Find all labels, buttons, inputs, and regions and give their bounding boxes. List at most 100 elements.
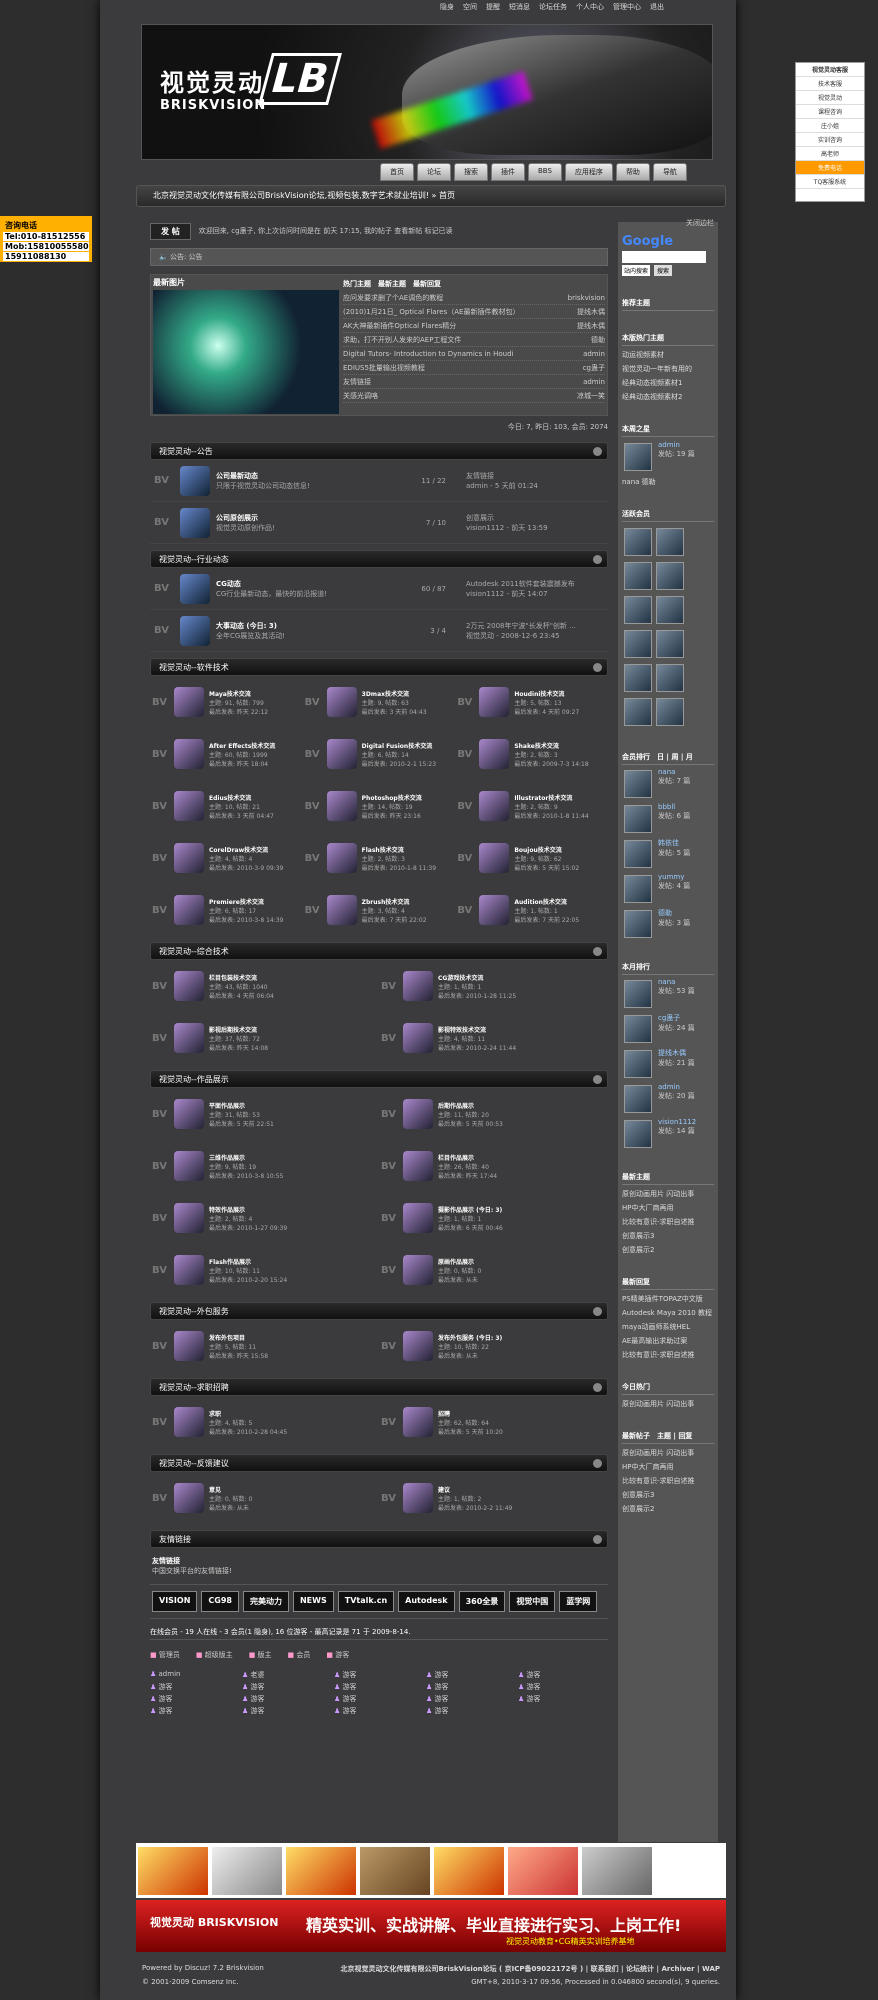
avatar[interactable] bbox=[624, 698, 652, 726]
forum-title[interactable]: 影视特效技术交流 bbox=[438, 1025, 516, 1034]
forum-cell[interactable]: BV Audition技术交流 主题: 1, 帖数: 1 最后发表: 7 天前 22:… bbox=[455, 884, 608, 936]
sidebar-link[interactable]: 动运视频素材 bbox=[622, 350, 714, 360]
online-user[interactable]: ♟ 游客 bbox=[334, 1670, 424, 1680]
newpost-tab[interactable]: 主题 bbox=[657, 1432, 671, 1440]
online-user[interactable]: ♟ 游客 bbox=[242, 1706, 332, 1716]
forum-cell[interactable]: BV 原画作品展示 主题: 0, 帖数: 0 最后发表: 从未 bbox=[379, 1244, 608, 1296]
nav-tab-home[interactable]: 首页 bbox=[380, 163, 414, 181]
topbar-link[interactable]: 个人中心 bbox=[576, 2, 604, 14]
forum-title[interactable]: 特效作品展示 bbox=[209, 1205, 287, 1214]
sidebar-link[interactable]: 创意展示3 bbox=[622, 1490, 714, 1500]
forum-title[interactable]: 大事动态 (今日: 3) bbox=[216, 621, 386, 631]
sidebar-link[interactable]: 原创动画用片 闪动出事 bbox=[622, 1448, 714, 1458]
notice-text[interactable]: 公告 bbox=[189, 253, 203, 261]
sidebar-link[interactable]: 经典动态视频素材1 bbox=[622, 378, 714, 388]
forum-row[interactable]: BV CG动态 CG行业最新动态，最快的前沿报道! 60 / 87 Autodesk 2… bbox=[150, 568, 608, 610]
topbar-link[interactable]: 管理中心 bbox=[613, 2, 641, 14]
hot-topic-row[interactable]: (2010)1月21日_ Optical Flares（AE最新插件教材包） 提线… bbox=[343, 305, 605, 319]
forum-row[interactable]: BV 公司最新动态 只限于视觉灵动公司动态信息! 11 / 22 友情链接 admin -… bbox=[150, 460, 608, 502]
forum-title[interactable]: Shake技术交流 bbox=[514, 741, 588, 750]
forum-cell[interactable]: BV 招聘 主题: 62, 帖数: 64 最后发表: 5 天前 10:20 bbox=[379, 1396, 608, 1448]
sidebar-link[interactable]: HP中大厂商再用 bbox=[622, 1462, 714, 1472]
qq-item[interactable]: 高老师 bbox=[796, 147, 864, 161]
avatar[interactable] bbox=[624, 596, 652, 624]
forum-row[interactable]: BV 大事动态 (今日: 3) 全年CG展览及其活动! 3 / 4 2万元 2008年宁… bbox=[150, 610, 608, 652]
forum-cell[interactable]: BV 发布外包服务 (今日: 3) 主题: 10, 帖数: 22 最后发表: 从未 bbox=[379, 1320, 608, 1372]
sidebar-link[interactable]: 创意展示2 bbox=[622, 1504, 714, 1514]
forum-title[interactable]: 建议 bbox=[438, 1485, 512, 1494]
forum-title[interactable]: CG动态 bbox=[216, 579, 386, 589]
tab-new-replies[interactable]: 最新回复 bbox=[413, 280, 441, 288]
avatar[interactable] bbox=[624, 805, 652, 833]
forum-cell[interactable]: BV 影视后期技术交流 主题: 37, 帖数: 72 最后发表: 昨天 14:08 bbox=[150, 1012, 379, 1064]
forum-cell[interactable]: BV Edius技术交流 主题: 10, 帖数: 21 最后发表: 3 天前 04:4… bbox=[150, 780, 303, 832]
avatar[interactable] bbox=[624, 1015, 652, 1043]
section-header[interactable]: 视觉灵动--作品展示 bbox=[150, 1070, 608, 1088]
search-scope-select[interactable]: 站内搜索 bbox=[622, 265, 651, 276]
forum-title[interactable]: 公司原创展示 bbox=[216, 513, 386, 523]
forum-title[interactable]: 后期作品展示 bbox=[438, 1101, 503, 1110]
forum-cell[interactable]: BV Premiere技术交流 主题: 6, 帖数: 17 最后发表: 2010-3-… bbox=[150, 884, 303, 936]
topbar-link[interactable]: 短消息 bbox=[509, 2, 530, 14]
forum-cell[interactable]: BV Houdini技术交流 主题: 5, 帖数: 13 最后发表: 4 天前 09:… bbox=[455, 676, 608, 728]
section-header[interactable]: 视觉灵动--外包服务 bbox=[150, 1302, 608, 1320]
rank-user-link[interactable]: vision1112 bbox=[658, 1118, 696, 1126]
section-header[interactable]: 视觉灵动--行业动态 bbox=[150, 550, 608, 568]
partner-logo[interactable]: VISION bbox=[152, 1591, 198, 1612]
online-user[interactable]: ♟ 游客 bbox=[426, 1670, 516, 1680]
forum-cell[interactable]: BV Flash技术交流 主题: 2, 帖数: 3 最后发表: 2010-1-8 11… bbox=[303, 832, 456, 884]
avatar[interactable] bbox=[624, 875, 652, 903]
nav-tab-bbs[interactable]: BBS bbox=[528, 163, 562, 181]
online-user[interactable]: ♟ 游客 bbox=[242, 1694, 332, 1704]
forum-title[interactable]: Flash技术交流 bbox=[362, 845, 436, 854]
hot-topic-row[interactable]: 求助，打不开别人发来的AEP工程文件 德勒 bbox=[343, 333, 605, 347]
forum-title[interactable]: After Effects技术交流 bbox=[209, 741, 275, 750]
online-user[interactable]: ♟ 游客 bbox=[518, 1670, 608, 1680]
forum-cell[interactable]: BV 特效作品展示 主题: 2, 帖数: 4 最后发表: 2010-1-27 09:3… bbox=[150, 1192, 379, 1244]
sidebar-link[interactable]: 原创动画用片 闪动出事 bbox=[622, 1399, 714, 1409]
avatar[interactable] bbox=[656, 596, 684, 624]
forum-cell[interactable]: BV Boujou技术交流 主题: 9, 帖数: 62 最后发表: 5 天前 15:0… bbox=[455, 832, 608, 884]
newpost-tab[interactable]: 回复 bbox=[678, 1432, 692, 1440]
sidebar-link[interactable]: maya动画师系统HEL bbox=[622, 1322, 714, 1332]
avatar[interactable] bbox=[624, 664, 652, 692]
section-header[interactable]: 视觉灵动--公告 bbox=[150, 442, 608, 460]
forum-title[interactable]: 摄影作品展示 (今日: 3) bbox=[438, 1205, 503, 1214]
forum-cell[interactable]: BV 求职 主题: 4, 帖数: 5 最后发表: 2010-2-28 04:45 bbox=[150, 1396, 379, 1448]
forum-cell[interactable]: BV 建议 主题: 1, 帖数: 2 最后发表: 2010-2-2 11:49 bbox=[379, 1472, 608, 1524]
forum-cell[interactable]: BV Photoshop技术交流 主题: 14, 帖数: 19 最后发表: 昨天 23… bbox=[303, 780, 456, 832]
floating-phone-ad[interactable]: 咨询电话 Tel:010-81512556 Mob:15810055580 15… bbox=[0, 216, 92, 262]
forum-cell[interactable]: BV 三维作品展示 主题: 9, 帖数: 19 最后发表: 2010-3-8 10:5… bbox=[150, 1140, 379, 1192]
site-logo[interactable]: 视觉灵动 BRISKVISION LB bbox=[160, 53, 342, 113]
last-post-title[interactable]: 友情链接 bbox=[466, 471, 538, 481]
avatar[interactable] bbox=[624, 528, 652, 556]
ad-tile[interactable] bbox=[508, 1847, 578, 1895]
partner-logo[interactable]: TVtalk.cn bbox=[337, 1591, 395, 1612]
footer-site-links[interactable]: 北京视觉灵动文化传媒有限公司BriskVision论坛 ( 京ICP备09022… bbox=[341, 1964, 720, 1974]
ad-tile[interactable] bbox=[138, 1847, 208, 1895]
forum-cell[interactable]: BV Illustrator技术交流 主题: 2, 帖数: 9 最后发表: 2010-… bbox=[455, 780, 608, 832]
rank-tab[interactable]: 月 bbox=[686, 753, 693, 761]
partner-logo[interactable]: 视觉中国 bbox=[509, 1591, 556, 1612]
forum-cell[interactable]: BV Flash作品展示 主题: 10, 帖数: 11 最后发表: 2010-2-20… bbox=[150, 1244, 379, 1296]
online-user[interactable]: ♟ 游客 bbox=[426, 1706, 516, 1716]
star-user-links[interactable]: nana 德勒 bbox=[622, 477, 714, 487]
training-banner[interactable]: 视觉灵动 BRISKVISION 精英实训、实战讲解、毕业直接进行实习、上岗工作… bbox=[136, 1900, 726, 1952]
hot-topic-row[interactable]: 关感光调咯 凉城一笑 bbox=[343, 389, 605, 403]
rank-tab[interactable]: 日 bbox=[657, 753, 664, 761]
ad-tile[interactable] bbox=[434, 1847, 504, 1895]
latest-images-tab[interactable]: 最新图片 bbox=[151, 275, 341, 290]
forum-title[interactable]: Audition技术交流 bbox=[514, 897, 579, 906]
forum-cell[interactable]: BV 影视特效技术交流 主题: 4, 帖数: 11 最后发表: 2010-2-24 1… bbox=[379, 1012, 608, 1064]
forum-cell[interactable]: BV 3Dmax技术交流 主题: 9, 帖数: 63 最后发表: 3 天前 04:43 bbox=[303, 676, 456, 728]
avatar[interactable] bbox=[624, 840, 652, 868]
partner-logo[interactable]: CG98 bbox=[201, 1591, 239, 1612]
topbar-link[interactable]: 隐身 bbox=[440, 2, 454, 14]
post-button[interactable]: 发 帖 bbox=[150, 222, 191, 240]
ad-tile[interactable] bbox=[582, 1847, 652, 1895]
section-header[interactable]: 视觉灵动--求职招聘 bbox=[150, 1378, 608, 1396]
partner-logo[interactable]: NEWS bbox=[292, 1591, 334, 1612]
google-search-input[interactable] bbox=[622, 251, 706, 263]
rank-user-link[interactable]: nana bbox=[658, 768, 690, 776]
online-user[interactable]: ♟ 游客 bbox=[334, 1682, 424, 1692]
